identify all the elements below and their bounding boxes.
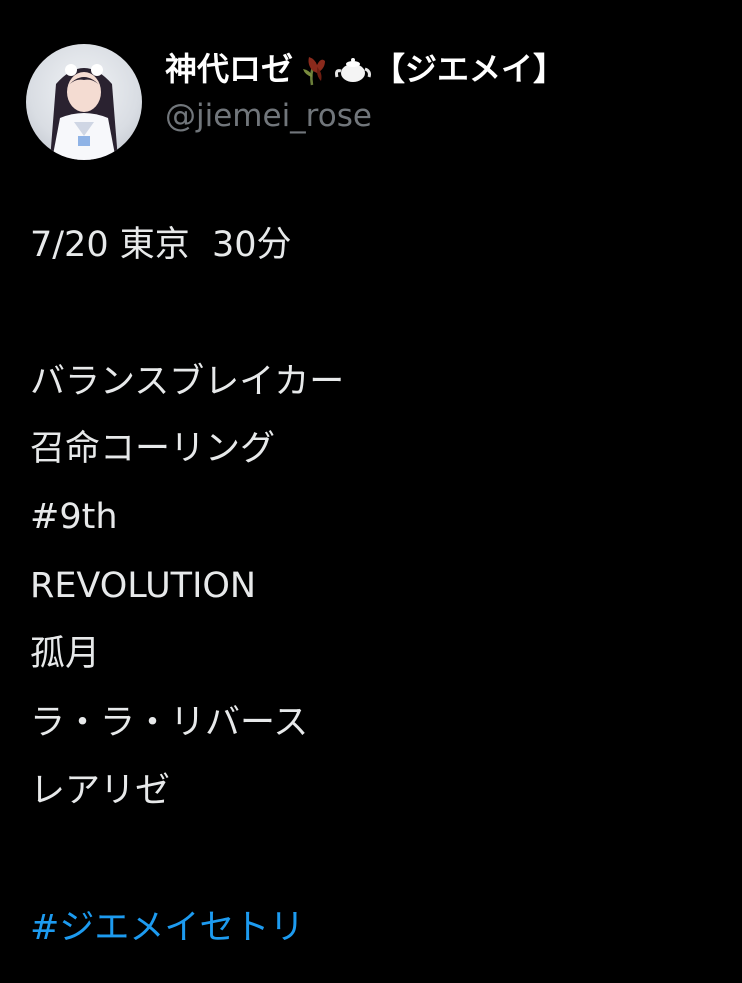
display-name-prefix: 神代ロゼ xyxy=(165,50,294,88)
avatar[interactable] xyxy=(26,44,142,160)
setlist-item: #9th xyxy=(30,497,118,537)
setlist-item: バランスブレイカー xyxy=(30,362,345,402)
wilted-rose-icon xyxy=(295,51,331,87)
display-name[interactable]: 神代ロゼ 【ジエメイ】 xyxy=(165,49,565,89)
teapot-icon xyxy=(335,51,372,87)
setlist-item: REVOLUTION xyxy=(30,566,257,606)
display-name-suffix: 【ジエメイ】 xyxy=(373,50,566,88)
user-handle[interactable]: @jiemei_rose xyxy=(165,96,372,136)
setlist-item: ラ・ラ・リバース xyxy=(30,703,309,743)
tweet-header-line: 7/20 東京 30分 xyxy=(30,225,292,265)
setlist-item: レアリゼ xyxy=(30,771,171,811)
hashtag-link[interactable]: #ジエメイセトリ xyxy=(30,906,304,950)
setlist-item: 召命コーリング xyxy=(30,429,276,469)
setlist-item: 孤月 xyxy=(30,634,101,674)
